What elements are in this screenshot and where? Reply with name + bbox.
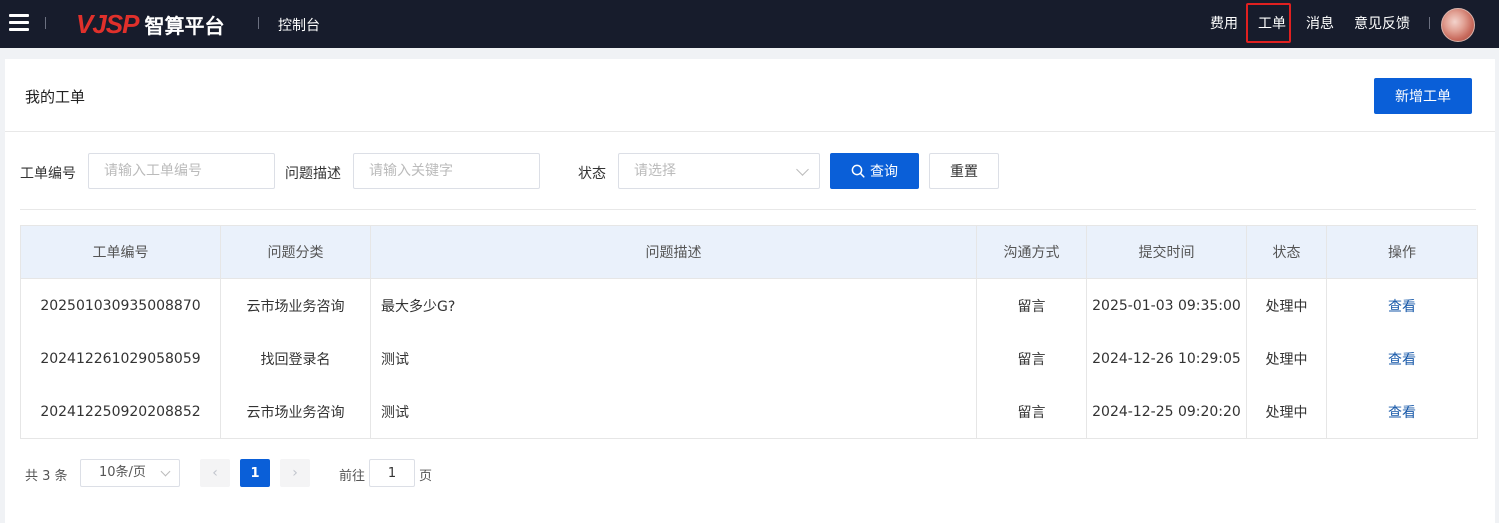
cell-description: 测试: [370, 385, 977, 439]
cell-channel: 留言: [976, 332, 1087, 385]
search-button[interactable]: 查询: [830, 153, 919, 189]
next-page-button[interactable]: ›: [280, 459, 310, 487]
table-header-row: 工单编号 问题分类 问题描述 沟通方式 提交时间 状态 操作: [20, 225, 1478, 279]
top-navigation-bar: VJSP 智算平台 控制台 费用 工单 消息 意见反馈: [0, 0, 1499, 48]
cell-description: 最大多少G?: [370, 278, 977, 332]
divider: [258, 17, 259, 29]
col-channel: 沟通方式: [976, 225, 1087, 279]
cell-action: 查看: [1326, 278, 1478, 332]
status-select[interactable]: 请选择: [618, 153, 820, 189]
table-row: 202412261029058059 找回登录名 测试 留言 2024-12-2…: [20, 332, 1478, 385]
cell-submit-time: 2024-12-25 09:20:20: [1086, 385, 1247, 439]
cell-action: 查看: [1326, 332, 1478, 385]
col-status: 状态: [1246, 225, 1327, 279]
prev-page-button[interactable]: ‹: [200, 459, 230, 487]
console-link[interactable]: 控制台: [278, 15, 320, 35]
menu-icon[interactable]: [9, 14, 29, 32]
page-size-select[interactable]: 10条/页: [80, 459, 180, 487]
cell-status: 处理中: [1246, 385, 1327, 439]
table-row: 202501030935008870 云市场业务咨询 最大多少G? 留言 202…: [20, 278, 1478, 332]
page-button-1[interactable]: 1: [240, 459, 270, 487]
total-count: 共 3 条: [25, 469, 68, 484]
nav-fees[interactable]: 费用: [1210, 0, 1238, 48]
cell-ticket-no: 202501030935008870: [20, 278, 221, 332]
view-link[interactable]: 查看: [1388, 299, 1416, 315]
search-button-label: 查询: [870, 164, 898, 180]
ticket-table: 工单编号 问题分类 问题描述 沟通方式 提交时间 状态 操作 202501030…: [20, 225, 1478, 439]
desc-input[interactable]: [353, 153, 540, 189]
cell-channel: 留言: [976, 385, 1087, 439]
avatar[interactable]: [1441, 8, 1475, 42]
chevron-down-icon: [796, 163, 809, 176]
highlight-box: [1246, 3, 1291, 43]
page-size-value: 10条/页: [99, 465, 146, 480]
divider: [45, 17, 46, 29]
cell-submit-time: 2024-12-26 10:29:05: [1086, 332, 1247, 385]
col-submit-time: 提交时间: [1086, 225, 1247, 279]
cell-description: 测试: [370, 332, 977, 385]
reset-button[interactable]: 重置: [929, 153, 999, 189]
ticket-card: 我的工单 新增工单 工单编号 问题描述 状态 请选择 查询 重置 工单编号 问题…: [5, 59, 1495, 523]
cell-ticket-no: 202412250920208852: [20, 385, 221, 439]
chevron-down-icon: [160, 466, 171, 477]
chevron-left-icon: ‹: [212, 465, 218, 481]
view-link[interactable]: 查看: [1388, 352, 1416, 368]
add-ticket-button[interactable]: 新增工单: [1374, 78, 1472, 114]
filter-divider: [20, 209, 1476, 210]
divider: [1429, 17, 1430, 29]
page-title: 我的工单: [25, 88, 86, 106]
cell-status: 处理中: [1246, 278, 1327, 332]
col-action: 操作: [1326, 225, 1478, 279]
col-category: 问题分类: [220, 225, 371, 279]
goto-suffix: 页: [419, 469, 433, 484]
cell-status: 处理中: [1246, 332, 1327, 385]
ticket-no-input[interactable]: [88, 153, 275, 189]
cell-category: 云市场业务咨询: [220, 278, 371, 332]
cell-channel: 留言: [976, 278, 1087, 332]
cell-ticket-no: 202412261029058059: [20, 332, 221, 385]
desc-label: 问题描述: [285, 166, 341, 182]
nav-messages[interactable]: 消息: [1306, 0, 1334, 48]
nav-feedback[interactable]: 意见反馈: [1354, 0, 1410, 48]
cell-category: 云市场业务咨询: [220, 385, 371, 439]
cell-category: 找回登录名: [220, 332, 371, 385]
logo[interactable]: VJSP 智算平台: [76, 9, 225, 39]
search-icon: [851, 164, 865, 178]
logo-text: 智算平台: [144, 13, 225, 38]
col-ticket-no: 工单编号: [20, 225, 221, 279]
table-row: 202412250920208852 云市场业务咨询 测试 留言 2024-12…: [20, 385, 1478, 439]
col-description: 问题描述: [370, 225, 977, 279]
ticket-no-label: 工单编号: [20, 166, 76, 182]
status-select-placeholder: 请选择: [634, 163, 676, 179]
chevron-right-icon: ›: [292, 465, 298, 481]
card-header: 我的工单 新增工单: [5, 59, 1495, 132]
cell-submit-time: 2025-01-03 09:35:00: [1086, 278, 1247, 332]
goto-page-input[interactable]: [369, 459, 415, 487]
cell-action: 查看: [1326, 385, 1478, 439]
goto-label: 前往: [339, 469, 366, 484]
view-link[interactable]: 查看: [1388, 405, 1416, 421]
status-label: 状态: [578, 166, 606, 182]
logo-mark: VJSP: [76, 8, 139, 39]
